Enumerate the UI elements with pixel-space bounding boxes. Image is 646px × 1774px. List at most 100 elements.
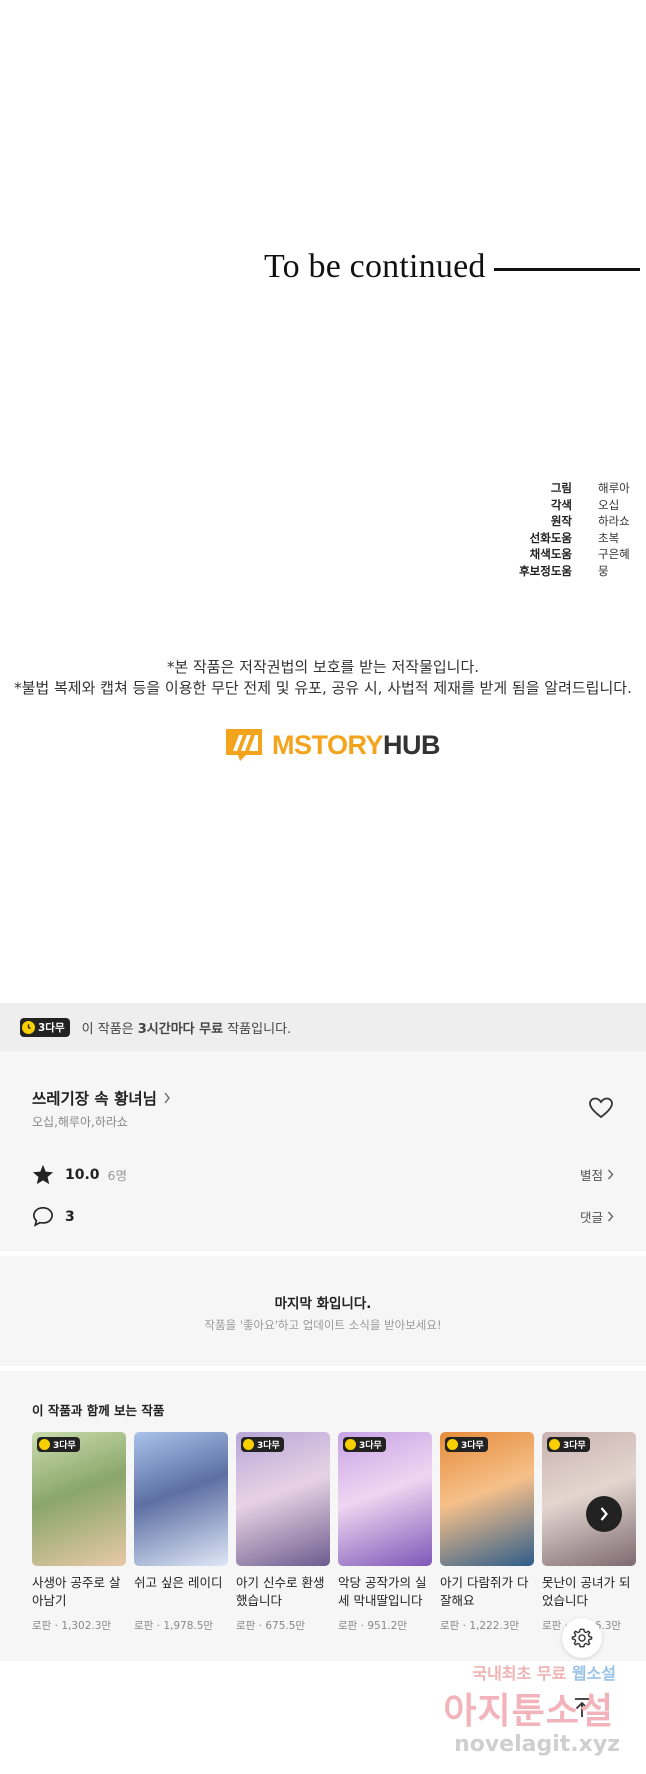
comments-label: 댓글 [579,1210,603,1225]
work-title: 쓰레기장 속 황녀님 [32,1090,157,1108]
credit-name: 해루아 [598,481,630,495]
free-badge-label: 3다무 [359,1441,382,1451]
rate-label: 별점 [579,1168,603,1183]
credit-name: 하라쇼 [598,514,630,529]
credit-role: 원작 [550,514,572,529]
free-badge-label: 3다무 [563,1441,586,1451]
recommendation-card[interactable]: 3다무못난이 공녀가 되었습니다로판 · 3,026.3만 [542,1432,636,1632]
logo-text-hub: HUB [383,729,441,760]
recommendation-cover: 3다무 [32,1432,126,1566]
chevron-right-icon [164,1092,170,1104]
recommendation-title: 아기 다람쥐가 다 잘해요 [440,1575,529,1608]
free-text-bold: 3시간마다 무료 [137,1021,224,1037]
recommendation-card[interactable]: 3다무아기 다람쥐가 다 잘해요로판 · 1,222.3만 [440,1432,534,1632]
work-authors: 오십,해루아,하라쇼 [32,1115,128,1129]
recommendation-title: 못난이 공녀가 되었습니다 [542,1575,631,1608]
watermark-line1b: 웹소설 [571,1664,616,1683]
chevron-right-icon [600,1507,608,1521]
recommendation-card[interactable]: 3다무악당 공작가의 실세 막내딸입니다로판 · 951.2만 [338,1432,432,1632]
watermark-line1a: 국내최초 무료 [472,1664,567,1683]
rating-value: 10.0 [65,1166,100,1183]
recommendation-card[interactable]: 3다무아기 신수로 환생했습니다로판 · 675.5만 [236,1432,330,1632]
chevron-right-icon [607,1169,614,1180]
free-text-prefix: 이 작품은 [81,1021,138,1037]
credit-name: 구은혜 [598,547,630,562]
free-badge: 3다무 [343,1437,386,1452]
recommendation-cover: 3다무 [338,1432,432,1566]
recommendation-card[interactable]: 3다무사생아 공주로 살아남기로판 · 1,302.3만 [32,1432,126,1632]
free-badge-label: 3다무 [257,1441,280,1451]
clock-icon [549,1439,560,1450]
last-episode-subtitle: 작품을 '좋아요'하고 업데이트 소식을 받아보세요! [204,1318,442,1332]
free-banner-text: 이 작품은 3시간마다 무료 작품입니다. [82,1018,292,1037]
free-badge-label: 3다무 [38,1021,65,1034]
mstoryhub-logo-mark-icon [226,729,262,761]
credits-names: 해루아오십하라쇼 초복구은혜뭉 [598,480,646,580]
credit-role: 채색도움 [529,547,572,562]
free-badge: 3다무 [241,1437,284,1452]
comment-count: 3 [65,1208,75,1225]
comment-row: 3 댓글 [32,1206,614,1227]
comment-bubble-icon [33,1207,53,1227]
gear-icon [571,1628,593,1648]
recommendation-carousel: 3다무 사생아 공주로 살아남기 로판 · 1,302.3만 쉬고 싶은 레이디 로판 … [32,1432,646,1632]
recommendation-title: 쉬고 싶은 레이디 [134,1575,223,1590]
recommendation-meta: 로판 · 951.2만 [338,1620,408,1632]
clock-icon [345,1439,356,1450]
recommendations-heading: 이 작품과 함께 보는 작품 [32,1403,165,1418]
chevron-right-icon [607,1211,614,1222]
recommendation-meta: 로판 · 1,302.3만 [32,1620,112,1632]
clock-icon [447,1439,458,1450]
recommendation-cover: 3다무 [236,1432,330,1566]
credits-roles: 그림각색원작 선화도움채색도움후보정도움 [460,480,572,580]
credit-role: 선화도움 [529,530,572,545]
credit-role: 그림 [550,481,572,495]
credit-role: 각색 [550,497,572,512]
watermark-line3: novelagit.xyz [454,1732,620,1757]
free-badge: 3다무 [37,1437,80,1452]
recommendation-meta: 로판 · 675.5만 [236,1620,306,1632]
credit-name: 오십 [598,497,620,512]
site-watermark: 국내최초 무료 웹소설 아지툰소설 novelagit.xyz [440,1660,646,1770]
work-title-link[interactable]: 쓰레기장 속 황녀님 [32,1087,171,1109]
mstoryhub-logo: MSTORYHUB [224,727,441,763]
rate-button[interactable]: 별점 [580,1165,614,1184]
copyright-notice-2: *불법 복제와 캡쳐 등을 이용한 무단 전제 및 유포, 공유 시, 사법적 … [14,679,632,697]
credit-role: 후보정도움 [519,564,572,578]
last-episode-title: 마지막 화입니다. [274,1296,372,1312]
free-badge-label: 3다무 [53,1441,76,1451]
last-episode-panel: 마지막 화입니다. 작품을 '좋아요'하고 업데이트 소식을 받아보세요! [0,1256,646,1366]
comments-button[interactable]: 댓글 [580,1207,614,1226]
continued-rule [494,268,640,271]
recommendation-cover: 3다무 [542,1432,636,1566]
recommendation-cover: 3다무 [440,1432,534,1566]
settings-button[interactable] [562,1618,602,1658]
clock-icon [243,1439,254,1450]
copyright-notice-1: *본 작품은 저작권법의 보호를 받는 저작물입니다. [166,658,480,676]
recommendation-meta: 로판 · 1,978.5만 [134,1620,214,1632]
free-every-3h-banner: 3다무 이 작품은 3시간마다 무료 작품입니다. [0,1003,646,1051]
credit-name: 뭉 [598,564,609,578]
credit-name: 초복 [598,530,620,545]
recommendation-title: 아기 신수로 환생했습니다 [236,1575,325,1608]
recommendation-card[interactable]: 쉬고 싶은 레이디로판 · 1,978.5만 [134,1432,228,1632]
rating-count: 6명 [107,1168,127,1183]
free-badge: 3다무 [20,1017,70,1037]
recommendation-title: 사생아 공주로 살아남기 [32,1575,121,1608]
recommendation-cover [134,1432,228,1566]
free-text-suffix: 작품입니다. [223,1021,292,1037]
free-badge-label: 3다무 [461,1441,484,1451]
free-badge: 3다무 [547,1437,590,1452]
recommendation-meta: 로판 · 1,222.3만 [440,1620,520,1632]
carousel-next-button[interactable] [586,1496,622,1532]
to-be-continued-text: To be continued [264,248,486,285]
recommendation-title: 악당 공작가의 실세 막내딸입니다 [338,1575,427,1608]
like-heart-icon[interactable] [588,1096,614,1120]
logo-text-main: MSTORY [272,729,384,760]
rating-row: 10.0 6명 별점 [32,1164,614,1185]
clock-icon [22,1020,35,1034]
star-icon [32,1164,54,1185]
watermark-line2: 아지툰소설 [443,1691,614,1732]
clock-icon [39,1439,50,1450]
free-badge: 3다무 [445,1437,488,1452]
